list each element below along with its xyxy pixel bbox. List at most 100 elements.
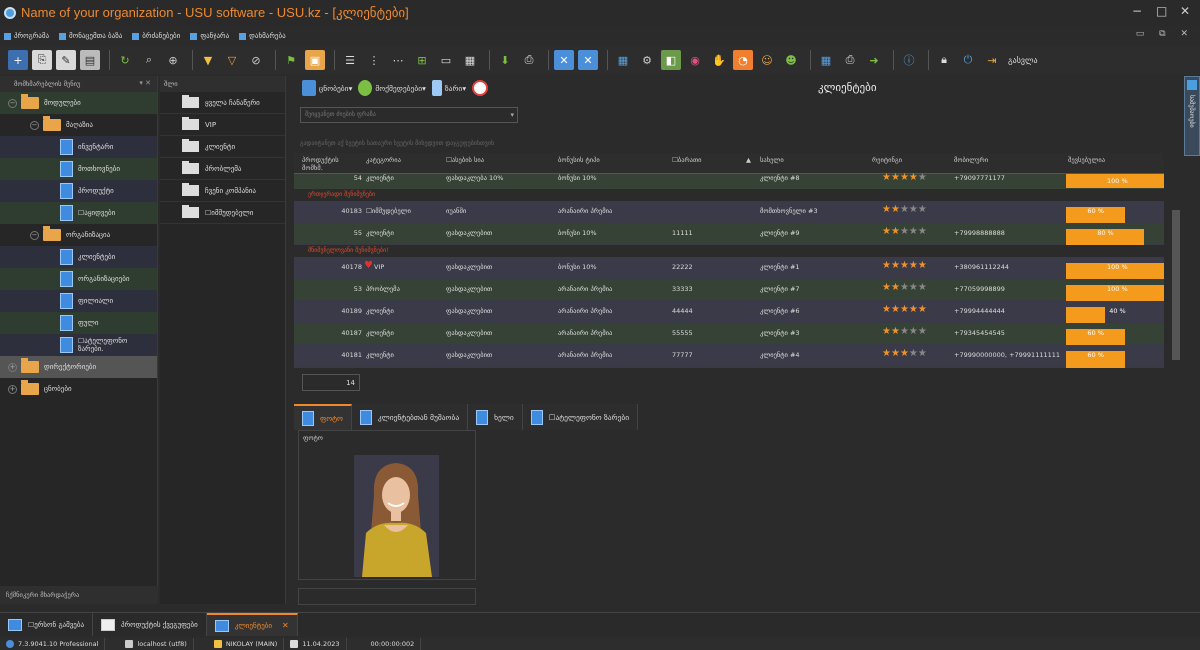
- delete-icon[interactable]: ▤: [80, 50, 100, 70]
- table-row[interactable]: 55 კლიენტი ფასდაკლებით ბონუსი 10% 11111 კლიენ…: [294, 223, 1164, 247]
- export-icon[interactable]: ⎙: [519, 50, 539, 70]
- tree-item[interactable]: ფილიალი: [0, 290, 157, 312]
- collapse-icon[interactable]: −: [30, 230, 39, 240]
- zoom-icon[interactable]: ⊕: [163, 50, 183, 70]
- menu-program[interactable]: პროგრამა: [4, 32, 49, 40]
- flag-icon[interactable]: ⚑: [281, 50, 301, 70]
- tree-item[interactable]: პროდუქტი: [0, 180, 157, 202]
- task-product-subgroups[interactable]: პროდუქტის ქვეგუფები: [93, 613, 207, 636]
- copy-icon[interactable]: ⎘: [32, 50, 52, 70]
- tree-item[interactable]: − მოდულები: [0, 92, 157, 114]
- tree-item[interactable]: + ცნობები: [0, 378, 157, 400]
- col-header-id[interactable]: პროდუქტის მომხმ.: [302, 156, 354, 172]
- search-icon[interactable]: ⌕: [139, 50, 159, 70]
- tree-item[interactable]: ორგანიზაციები: [0, 268, 157, 290]
- collapse-icon[interactable]: −: [8, 98, 17, 108]
- table-row[interactable]: 40183 ☐იმშუდებელი იუანში არანაირი პრემია მომ…: [294, 201, 1164, 225]
- new-record-icon[interactable]: +: [8, 50, 28, 70]
- expand-icon[interactable]: +: [8, 384, 17, 394]
- refresh-icon[interactable]: ↻: [115, 50, 135, 70]
- filter-item[interactable]: კლიენტი: [160, 136, 285, 158]
- tree-item[interactable]: ინვენტარი: [0, 136, 157, 158]
- col-header-bonus[interactable]: ბონუსის ტიპი: [558, 156, 600, 164]
- col-header-card[interactable]: ☐ბარათი: [672, 156, 702, 164]
- tree-item[interactable]: + დირექტორიები: [0, 356, 157, 378]
- close-button[interactable]: ✕: [1180, 4, 1190, 18]
- next-icon[interactable]: ➜: [864, 50, 884, 70]
- menu-database[interactable]: მონაცემთა ბაზა: [59, 32, 122, 40]
- tree-item[interactable]: ☐ატელეფონო ზარები.: [0, 334, 157, 356]
- tab-photo[interactable]: ფოტო: [294, 404, 352, 430]
- palette-icon[interactable]: ◧: [661, 50, 681, 70]
- print-icon[interactable]: ⎙: [840, 50, 860, 70]
- lock-icon[interactable]: 🔒︎: [934, 50, 954, 70]
- grid-icon[interactable]: ▦: [460, 50, 480, 70]
- tree-icon[interactable]: ⋮: [364, 50, 384, 70]
- table-row[interactable]: 40181 კლიენტი ფასდაკლებით არანაირი პრემია 77…: [294, 345, 1164, 368]
- user-icon[interactable]: ☺: [757, 50, 777, 70]
- tech-support-bar[interactable]: ჩქმნიკური მხარდაჭერა: [0, 586, 158, 604]
- maximize-button[interactable]: □: [1156, 4, 1167, 18]
- columns-icon[interactable]: ☰: [340, 50, 360, 70]
- row-icon[interactable]: ▭: [436, 50, 456, 70]
- image-icon[interactable]: ▣: [305, 50, 325, 70]
- tab-phone-calls[interactable]: ☐ატელეფონო ზარები: [522, 404, 639, 430]
- side-tasks-strip[interactable]: სამუშაოები: [1184, 76, 1200, 156]
- reports-dropdown[interactable]: ცნობები ▾: [302, 80, 352, 96]
- filter-item[interactable]: ☐იმშუდებელი: [160, 202, 285, 224]
- collapse-icon[interactable]: −: [30, 120, 39, 130]
- tree-item[interactable]: კლიენტები: [0, 246, 157, 268]
- search-input[interactable]: შეიყვანეთ ძიების ფრაზა ▾: [300, 107, 518, 123]
- tree-item[interactable]: − მაღაზია: [0, 114, 157, 136]
- col-header-pricelist[interactable]: ☐ასების სია: [446, 156, 484, 164]
- hand-icon[interactable]: ✋: [709, 50, 729, 70]
- add-row-icon[interactable]: ⊞: [412, 50, 432, 70]
- filter-clear-icon[interactable]: ⊘: [246, 50, 266, 70]
- exit-icon[interactable]: ⇥: [982, 50, 1002, 70]
- close-icon[interactable]: ✕: [282, 621, 289, 630]
- users-icon[interactable]: ☻: [781, 50, 801, 70]
- filter-icon[interactable]: ▼: [198, 50, 218, 70]
- table-icon[interactable]: ▦: [816, 50, 836, 70]
- col-header-rating[interactable]: რეიტინგი: [872, 156, 902, 164]
- menu-window[interactable]: ფანჯარა: [190, 32, 229, 40]
- table-row[interactable]: 40189 კლიენტი ფასდაკლებით არანაირი პრემია 44…: [294, 301, 1164, 325]
- window-close-all-icon[interactable]: ✕: [578, 50, 598, 70]
- color-wheel-icon[interactable]: ◉: [685, 50, 705, 70]
- col-header-filled[interactable]: შევსებულია: [1068, 156, 1105, 164]
- col-header-mobile[interactable]: მობილური: [954, 156, 988, 164]
- filter-item[interactable]: პრობლემა: [160, 158, 285, 180]
- tab-client-work[interactable]: კლიენტებთან მუშაობა: [351, 404, 469, 430]
- filter-item[interactable]: ჩვენი კომპანია: [160, 180, 285, 202]
- rss-icon[interactable]: ◔: [733, 50, 753, 70]
- pin-icon[interactable]: ▾ ✕: [139, 79, 151, 87]
- window-close-icon[interactable]: ✕: [554, 50, 574, 70]
- task-clients[interactable]: კლიენტები ✕: [206, 613, 298, 636]
- table-row[interactable]: 54 კლიენტი ფასდაკლება 10% ბონუსი 10% კლიენტი…: [294, 172, 1164, 189]
- mdi-window-buttons[interactable]: ▭ ⧉ ✕: [1136, 29, 1194, 39]
- filter-item[interactable]: VIP: [160, 114, 285, 136]
- grid-scrollbar[interactable]: [1172, 210, 1180, 360]
- chevron-down-icon[interactable]: ▾: [510, 111, 514, 119]
- table-row[interactable]: 40178 ♥ VIP ფასდაკლებით ბონუსი 10% 22222 კლიენ…: [294, 257, 1164, 281]
- col-header-name[interactable]: სახელი: [760, 156, 784, 164]
- filter-item[interactable]: ყველა ჩანაწერი: [160, 92, 285, 114]
- info-icon[interactable]: ⓘ: [899, 50, 919, 70]
- group-row[interactable]: მნიშვნელოვანი შენიშვნები!: [294, 245, 1164, 257]
- exit-button[interactable]: გასვლა: [1008, 56, 1038, 65]
- minimize-button[interactable]: −: [1132, 4, 1142, 18]
- col-header-category[interactable]: კატეგორია: [366, 156, 401, 164]
- plug-icon[interactable]: ⏻: [958, 50, 978, 70]
- download-icon[interactable]: ⬇: [495, 50, 515, 70]
- calls-dropdown[interactable]: ზარი ▾: [431, 80, 466, 96]
- edit-icon[interactable]: ✎: [56, 50, 76, 70]
- actions-dropdown[interactable]: მოქმედებები ▾: [358, 80, 426, 96]
- group-row[interactable]: ერთჯერადი შენიშვნები: [294, 189, 1164, 201]
- menu-help[interactable]: დახმარება: [239, 32, 286, 40]
- expand-icon[interactable]: +: [8, 362, 17, 372]
- tree-item[interactable]: ფული: [0, 312, 157, 334]
- tree-expand-icon[interactable]: ⋯: [388, 50, 408, 70]
- tree-item[interactable]: − ორგანიზაცია: [0, 224, 157, 246]
- table-row[interactable]: 53 პრობლემა ფასდაკლებით არანაირი პრემია 3333…: [294, 279, 1164, 303]
- tab-hand[interactable]: ხელი: [468, 404, 523, 430]
